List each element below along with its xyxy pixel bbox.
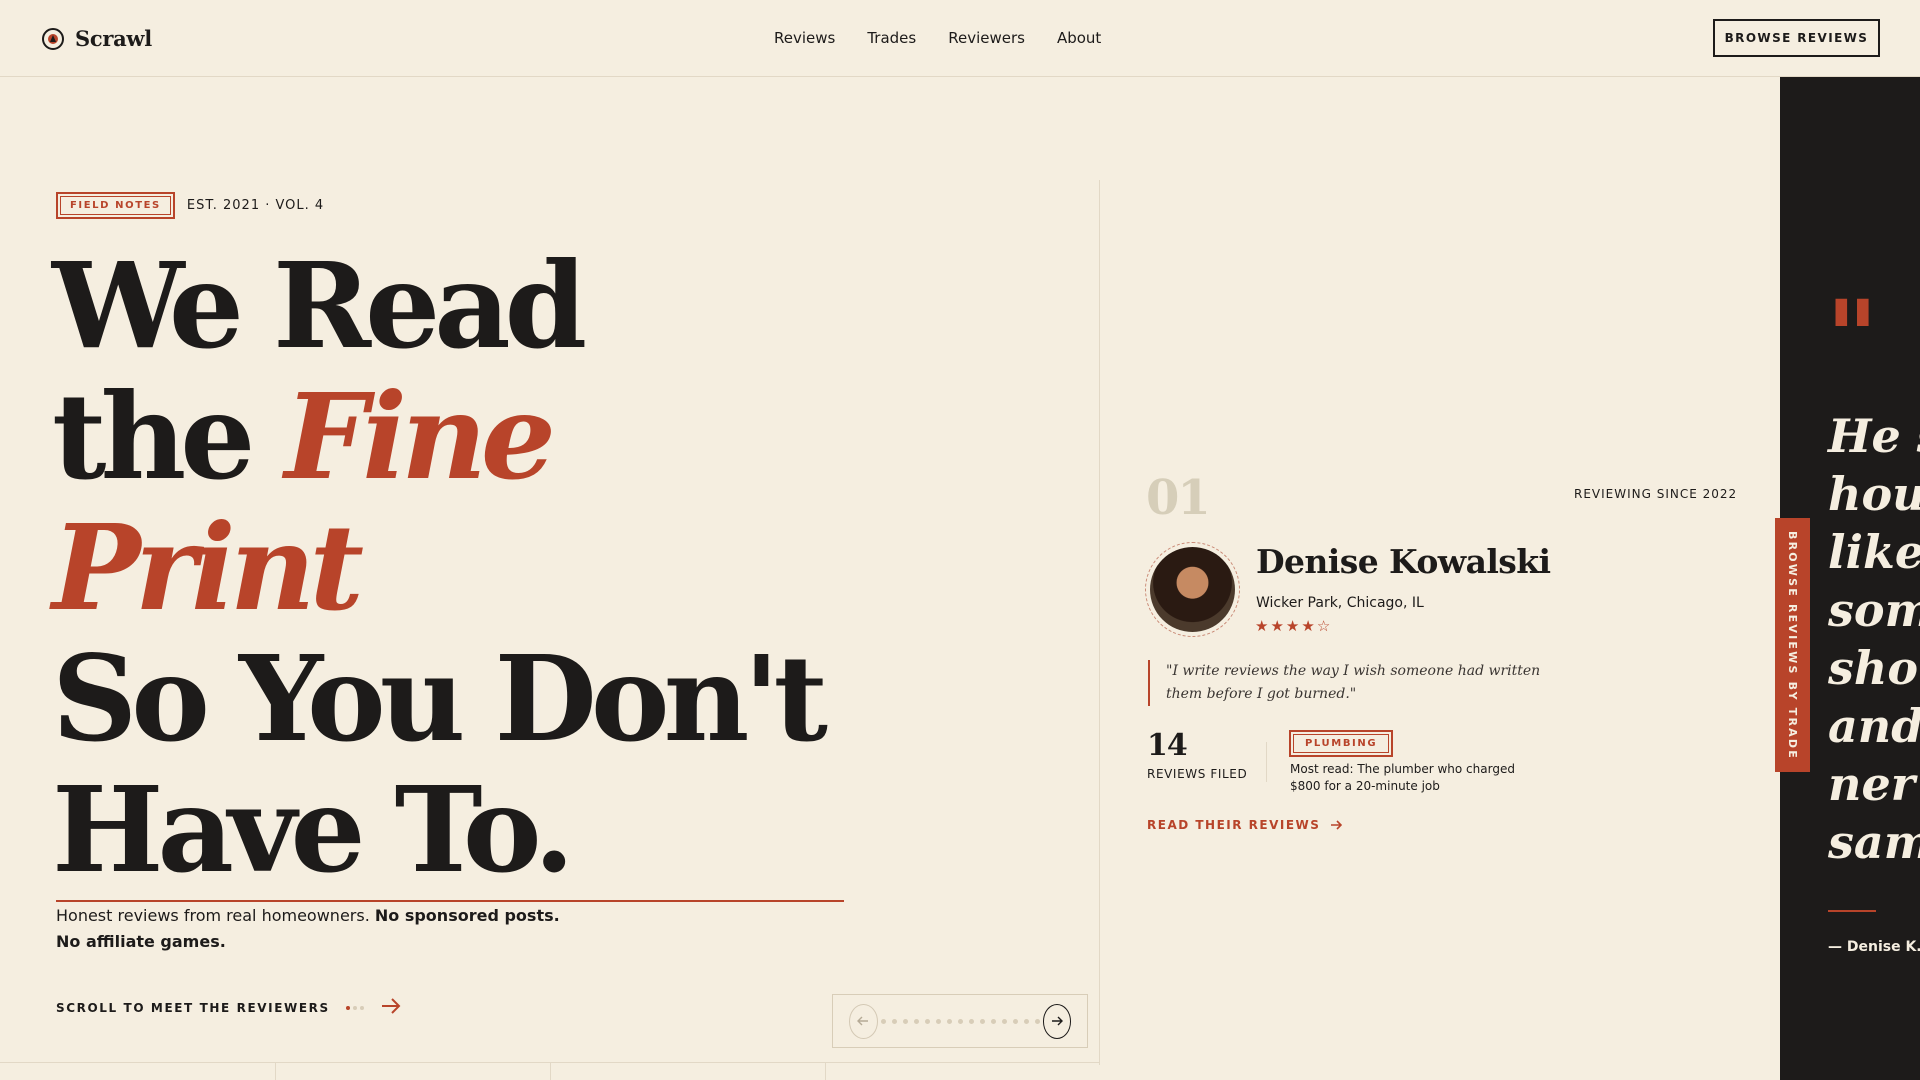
pager-dot[interactable] bbox=[902, 1018, 908, 1024]
pager-dot[interactable] bbox=[968, 1018, 974, 1024]
star-filled-icon: ★ bbox=[1270, 617, 1284, 635]
hero-eyebrow: FIELD NOTES EST. 2021 · VOL. 4 bbox=[56, 192, 324, 219]
nav-about[interactable]: About bbox=[1057, 29, 1101, 47]
pager-dot[interactable] bbox=[891, 1018, 897, 1024]
star-rating: ★ ★ ★ ★ ☆ bbox=[1255, 618, 1332, 634]
nav-trades[interactable]: Trades bbox=[867, 29, 916, 47]
read-reviews-link[interactable]: READ THEIR REVIEWS bbox=[1147, 818, 1343, 832]
reviewer-pager bbox=[832, 994, 1088, 1048]
pager-next-button[interactable] bbox=[1042, 1003, 1071, 1039]
arrow-right-icon bbox=[1331, 820, 1343, 830]
pager-dot[interactable] bbox=[913, 1018, 919, 1024]
nav-reviews[interactable]: Reviews bbox=[774, 29, 835, 47]
featured-quote-text: He s hou like som sho and ner sam bbox=[1828, 409, 1920, 869]
pager-prev-button[interactable] bbox=[849, 1003, 878, 1039]
pager-dot[interactable] bbox=[924, 1018, 930, 1024]
most-read-text: Most read: The plumber who charged $800 … bbox=[1290, 762, 1515, 793]
pager-dot[interactable] bbox=[1034, 1018, 1040, 1024]
brand-logo[interactable]: Scrawl bbox=[42, 26, 152, 51]
reviews-count: 14 bbox=[1147, 728, 1188, 763]
site-header: Scrawl Reviews Trades Reviewers About BR… bbox=[0, 0, 1920, 77]
pager-dot[interactable] bbox=[979, 1018, 985, 1024]
pager-dot[interactable] bbox=[1012, 1018, 1018, 1024]
pager-dot[interactable] bbox=[935, 1018, 941, 1024]
star-filled-icon: ★ bbox=[1285, 617, 1300, 635]
reviews-label: REVIEWS FILED bbox=[1147, 767, 1248, 781]
nav-reviewers[interactable]: Reviewers bbox=[948, 29, 1025, 47]
pager-dot[interactable] bbox=[1001, 1018, 1007, 1024]
trade-badge[interactable]: PLUMBING bbox=[1289, 730, 1394, 757]
pager-dots bbox=[878, 1018, 1043, 1024]
avatar-photo bbox=[1150, 547, 1235, 632]
field-notes-tag: FIELD NOTES bbox=[56, 192, 175, 219]
headline-line-5: Have To. bbox=[52, 760, 575, 899]
scroll-label: SCROLL TO MEET THE REVIEWERS bbox=[56, 1001, 330, 1015]
reviewing-since: REVIEWING SINCE 2022 bbox=[1574, 487, 1738, 501]
scroll-to-reviewers[interactable]: SCROLL TO MEET THE REVIEWERS bbox=[56, 998, 401, 1018]
logo-icon bbox=[42, 27, 64, 50]
pager-dot[interactable] bbox=[957, 1018, 963, 1024]
headline-line-4: So You Don't bbox=[52, 629, 828, 768]
quote-mark-icon: " bbox=[1826, 278, 1879, 396]
reviews-filed-stat: 14 REVIEWS FILED bbox=[1147, 728, 1247, 781]
pager-dot[interactable] bbox=[946, 1018, 952, 1024]
browse-by-trade-tab[interactable]: BROWSE REVIEWS BY TRADE bbox=[1775, 518, 1810, 772]
headline-line-1: We Read bbox=[52, 236, 587, 375]
pager-dot[interactable] bbox=[990, 1018, 996, 1024]
hero-headline: We Read the Fine Print So You Don't Have… bbox=[52, 236, 828, 899]
main-nav: Reviews Trades Reviewers About bbox=[774, 29, 1133, 47]
star-empty-icon: ☆ bbox=[1316, 617, 1331, 635]
reviewer-location: Wicker Park, Chicago, IL bbox=[1256, 595, 1424, 611]
quote-rule bbox=[1828, 910, 1876, 912]
headline-line-2: the Fine bbox=[52, 367, 556, 506]
established-label: EST. 2021 · VOL. 4 bbox=[186, 198, 325, 213]
hero-subcopy: Honest reviews from real homeowners. No … bbox=[56, 906, 560, 951]
reviewer-name: Denise Kowalski bbox=[1256, 542, 1551, 581]
star-filled-icon: ★ bbox=[1301, 617, 1315, 635]
reviewer-number: 01 bbox=[1146, 470, 1211, 526]
star-filled-icon: ★ bbox=[1255, 617, 1269, 635]
pager-dot[interactable] bbox=[880, 1018, 886, 1024]
stat-divider bbox=[1266, 742, 1267, 782]
browse-reviews-button[interactable]: BROWSE REVIEWS bbox=[1713, 19, 1880, 57]
bottom-strip bbox=[0, 1062, 1099, 1080]
headline-underline bbox=[56, 900, 844, 902]
pager-dot[interactable] bbox=[1023, 1018, 1029, 1024]
headline-line-3: Print bbox=[52, 498, 364, 637]
arrow-right-icon bbox=[1051, 1016, 1063, 1026]
brand-name: Scrawl bbox=[75, 26, 152, 51]
reviewer-quote: "I write reviews the way I wish someone … bbox=[1148, 660, 1568, 706]
column-divider bbox=[1099, 180, 1100, 1065]
arrow-left-icon bbox=[857, 1016, 869, 1026]
quote-attribution: — Denise K., C bbox=[1828, 939, 1920, 955]
avatar bbox=[1145, 542, 1240, 637]
arrow-right-icon bbox=[381, 998, 401, 1018]
scroll-progress-dots bbox=[345, 1006, 367, 1010]
